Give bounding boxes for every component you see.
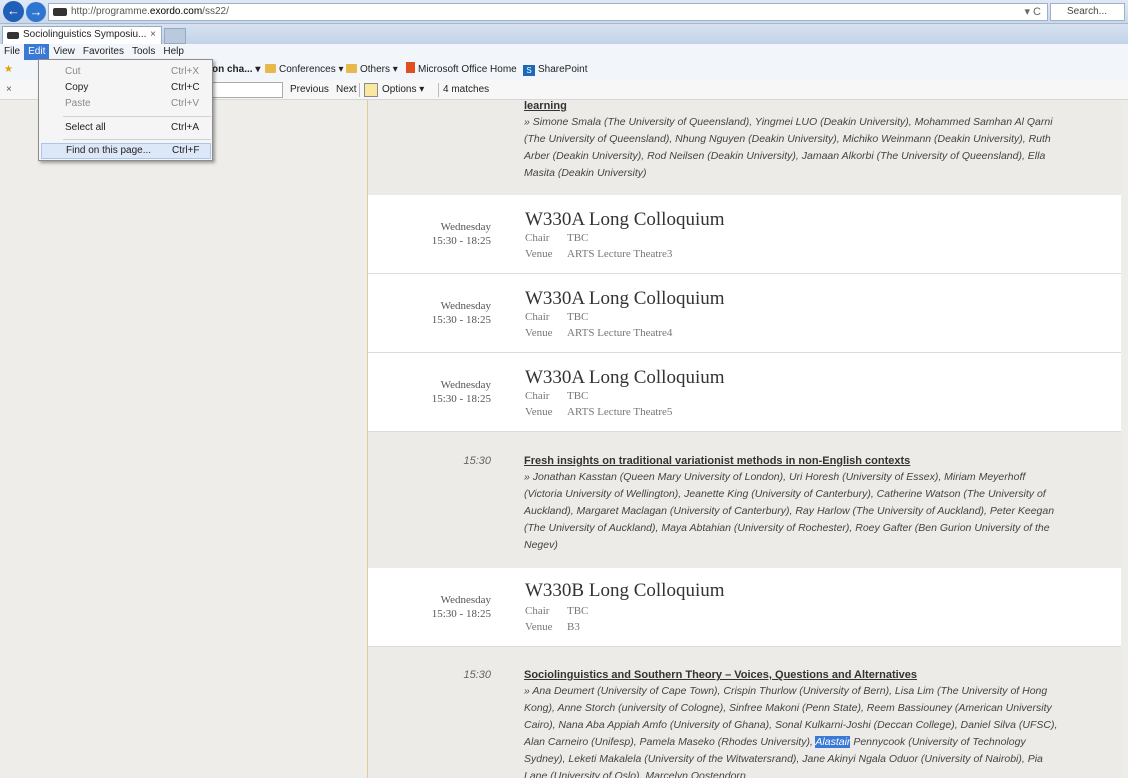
- menu-item-copy[interactable]: Copy Ctrl+C: [41, 80, 211, 96]
- paper-title[interactable]: Fresh insights on traditional variationi…: [524, 455, 910, 467]
- find-options-button[interactable]: Options ▾: [382, 80, 424, 100]
- session-meta: Chair TBC Venue ARTS Lecture Theatre5: [525, 390, 673, 418]
- refresh-icon[interactable]: ▾ C: [1024, 4, 1041, 20]
- menu-item-cut[interactable]: Cut Ctrl+X: [41, 64, 211, 80]
- paper-entry: learning » Simone Smala (The University …: [368, 100, 1121, 195]
- session-title: W330A Long Colloquium: [525, 367, 725, 388]
- session-title: W330A Long Colloquium: [525, 288, 725, 309]
- session-meta: Chair TBC Venue ARTS Lecture Theatre4: [525, 311, 673, 339]
- divider: [438, 83, 439, 97]
- url-domain: exordo.com: [149, 6, 203, 17]
- fav-office-home[interactable]: Microsoft Office Home: [406, 60, 517, 80]
- fav-item-truncated[interactable]: on cha... ▾: [212, 60, 260, 80]
- fav-conferences[interactable]: Conferences ▾: [265, 60, 344, 80]
- url-field[interactable]: http://programme.exordo.com/ss22/ ▾ C: [48, 3, 1048, 21]
- paper-authors: » Simone Smala (The University of Queens…: [524, 116, 1053, 179]
- folder-icon: [346, 64, 357, 73]
- session-meta: Chair TBC Venue ARTS Lecture Theatre3: [525, 232, 673, 260]
- session-entry[interactable]: Wednesday 15:30 - 18:25 W330A Long Colloq…: [368, 353, 1121, 432]
- url-prefix: http://programme.: [71, 6, 150, 17]
- favorites-star-icon[interactable]: ★: [4, 60, 13, 80]
- fav-sharepoint[interactable]: S SharePoint: [523, 60, 587, 80]
- tab-active[interactable]: Sociolinguistics Symposiu... ×: [2, 26, 162, 44]
- paper-title[interactable]: Sociolinguistics and Southern Theory – V…: [524, 669, 917, 681]
- menu-tools[interactable]: Tools: [128, 44, 159, 60]
- new-tab-button[interactable]: [164, 28, 186, 44]
- menu-separator: [63, 116, 211, 117]
- search-input[interactable]: Search...: [1050, 3, 1125, 21]
- find-highlight: Alastair: [815, 736, 851, 748]
- tab-title: Sociolinguistics Symposiu...: [23, 29, 147, 40]
- paper-time: 15:30: [463, 669, 491, 681]
- menu-help[interactable]: Help: [159, 44, 188, 60]
- tab-favicon-icon: [7, 32, 19, 39]
- programme-column: learning » Simone Smala (The University …: [367, 100, 1121, 778]
- back-button[interactable]: ←: [3, 1, 24, 22]
- menu-bar: File Edit View Favorites Tools Help: [0, 44, 1128, 60]
- paper-authors: » Jonathan Kasstan (Queen Mary Universit…: [524, 471, 1055, 551]
- find-next-button[interactable]: Next: [336, 80, 357, 100]
- session-entry[interactable]: Wednesday 15:30 - 18:25 W330B Long Colloq…: [368, 568, 1121, 647]
- folder-icon: [265, 64, 276, 73]
- session-entry[interactable]: Wednesday 15:30 - 18:25 W330A Long Colloq…: [368, 274, 1121, 353]
- session-when: Wednesday 15:30 - 18:25: [431, 379, 491, 405]
- menu-edit[interactable]: Edit: [24, 44, 50, 60]
- menu-view[interactable]: View: [49, 44, 79, 60]
- tab-strip: Sociolinguistics Symposiu... ×: [0, 24, 1128, 44]
- menu-item-find[interactable]: Find on this page... Ctrl+F: [41, 143, 211, 159]
- find-match-count: 4 matches: [443, 84, 490, 95]
- address-bar: ← → http://programme.exordo.com/ss22/ ▾ …: [0, 0, 1128, 24]
- paper-authors: » Ana Deumert (University of Cape Town),…: [524, 685, 1058, 778]
- office-icon: [406, 62, 415, 73]
- menu-file[interactable]: File: [0, 44, 24, 60]
- session-meta: Chair TBC Venue B3: [525, 605, 589, 633]
- tab-close-icon[interactable]: ×: [150, 27, 156, 43]
- session-when: Wednesday 15:30 - 18:25: [431, 221, 491, 247]
- paper-time: 15:30: [463, 455, 491, 467]
- paper-entry: 15:30 Sociolinguistics and Southern Theo…: [368, 647, 1121, 778]
- paper-entry: 15:30 Fresh insights on traditional vari…: [368, 432, 1121, 568]
- forward-button[interactable]: →: [26, 2, 46, 22]
- find-previous-button[interactable]: Previous: [290, 80, 329, 100]
- divider: [359, 83, 360, 97]
- paper-title[interactable]: learning: [524, 100, 567, 112]
- sharepoint-icon: S: [523, 65, 535, 76]
- highlight-icon[interactable]: [364, 83, 378, 97]
- session-when: Wednesday 15:30 - 18:25: [431, 594, 491, 620]
- url-suffix: /ss22/: [202, 6, 229, 17]
- menu-separator: [63, 139, 211, 140]
- menu-favorites[interactable]: Favorites: [79, 44, 128, 60]
- page-content: learning » Simone Smala (The University …: [0, 100, 1128, 778]
- session-when: Wednesday 15:30 - 18:25: [431, 300, 491, 326]
- session-title: W330B Long Colloquium: [525, 580, 725, 601]
- session-entry[interactable]: Wednesday 15:30 - 18:25 W330A Long Colloq…: [368, 195, 1121, 274]
- fav-others[interactable]: Others ▾: [346, 60, 398, 80]
- session-title: W330A Long Colloquium: [525, 209, 725, 230]
- edit-menu-dropdown: Cut Ctrl+X Copy Ctrl+C Paste Ctrl+V Select …: [38, 59, 213, 161]
- menu-item-paste[interactable]: Paste Ctrl+V: [41, 96, 211, 112]
- menu-item-select-all[interactable]: Select all Ctrl+A: [41, 120, 211, 136]
- site-favicon-icon: [53, 8, 67, 16]
- find-close-icon[interactable]: ×: [6, 80, 12, 100]
